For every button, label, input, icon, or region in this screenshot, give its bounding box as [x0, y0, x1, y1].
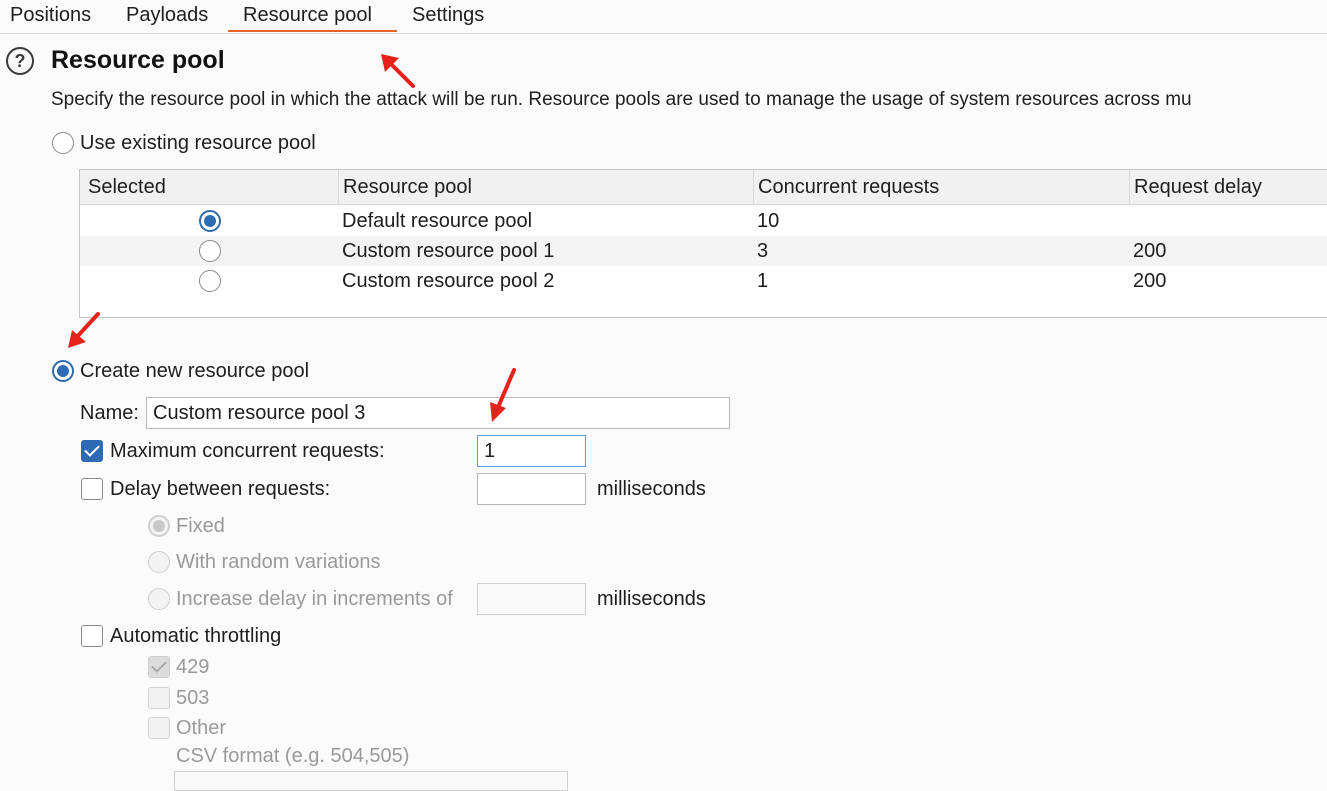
csv-codes-input[interactable]	[174, 771, 568, 791]
use-existing-label: Use existing resource pool	[80, 132, 316, 154]
increase-delay-radio[interactable]	[148, 588, 170, 610]
annotation-arrow-create-new	[68, 312, 100, 348]
random-delay-label: With random variations	[176, 551, 381, 573]
delay-checkbox[interactable]	[81, 478, 103, 500]
concurrent-cell: 10	[757, 210, 780, 232]
create-new-label: Create new resource pool	[80, 360, 310, 382]
delay-cell: 200	[1133, 270, 1167, 292]
active-tab-indicator	[228, 30, 397, 32]
name-label: Name:	[80, 402, 139, 424]
tab-positions[interactable]: Positions	[10, 4, 91, 27]
throttle-429-checkbox[interactable]	[148, 656, 170, 678]
max-concurrent-checkbox[interactable]	[81, 440, 103, 462]
fixed-delay-label: Fixed	[176, 515, 225, 537]
help-icon[interactable]: ?	[6, 47, 34, 75]
tab-payloads[interactable]: Payloads	[126, 4, 208, 27]
pool-name-cell: Default resource pool	[342, 210, 533, 232]
use-existing-radio[interactable]	[52, 132, 74, 154]
table-row[interactable]: Custom resource pool 1 3 200	[80, 236, 1327, 266]
pool-name-cell: Custom resource pool 1	[342, 240, 555, 262]
increase-delay-unit-label: milliseconds	[597, 588, 706, 610]
random-delay-radio[interactable]	[148, 551, 170, 573]
concurrent-cell: 1	[757, 270, 769, 292]
tab-settings[interactable]: Settings	[412, 4, 484, 27]
delay-unit-label: milliseconds	[597, 478, 706, 500]
delay-label: Delay between requests:	[110, 478, 331, 500]
throttle-other-label: Other	[176, 717, 227, 739]
max-concurrent-label: Maximum concurrent requests:	[110, 440, 385, 462]
tab-bar: Positions Payloads Resource pool Setting…	[0, 0, 1327, 34]
column-header-concurrent-requests[interactable]: Concurrent requests	[754, 170, 1130, 204]
auto-throttling-label: Automatic throttling	[110, 625, 282, 647]
delay-input[interactable]	[477, 473, 586, 505]
concurrent-cell: 3	[757, 240, 769, 262]
create-new-radio[interactable]	[52, 360, 74, 382]
annotation-arrow-tab	[381, 54, 415, 88]
row-selected-radio[interactable]	[199, 270, 221, 292]
annotation-arrow-max-concurrent	[490, 368, 516, 422]
column-header-resource-pool[interactable]: Resource pool	[339, 170, 754, 204]
table-row[interactable]: Default resource pool 10	[80, 206, 1327, 236]
resource-pool-table: Selected Resource pool Concurrent reques…	[79, 169, 1327, 318]
section-description: Specify the resource pool in which the a…	[51, 89, 1192, 110]
csv-format-label: CSV format (e.g. 504,505)	[176, 745, 410, 767]
max-concurrent-input[interactable]	[477, 435, 586, 467]
table-header: Selected Resource pool Concurrent reques…	[80, 170, 1327, 205]
increase-delay-label: Increase delay in increments of	[176, 588, 453, 610]
fixed-delay-radio[interactable]	[148, 515, 170, 537]
row-selected-radio[interactable]	[199, 210, 221, 232]
table-row[interactable]: Custom resource pool 2 1 200	[80, 266, 1327, 296]
increase-delay-input[interactable]	[477, 583, 586, 615]
column-header-request-delay[interactable]: Request delay	[1130, 170, 1327, 204]
pool-name-input[interactable]	[146, 397, 730, 429]
row-selected-radio[interactable]	[199, 240, 221, 262]
auto-throttling-checkbox[interactable]	[81, 625, 103, 647]
tab-resource-pool[interactable]: Resource pool	[243, 4, 372, 27]
throttle-503-checkbox[interactable]	[148, 687, 170, 709]
section-title: Resource pool	[51, 46, 225, 74]
column-header-selected[interactable]: Selected	[80, 170, 339, 204]
throttle-other-checkbox[interactable]	[148, 717, 170, 739]
throttle-429-label: 429	[176, 656, 210, 678]
delay-cell: 200	[1133, 240, 1167, 262]
throttle-503-label: 503	[176, 687, 210, 709]
pool-name-cell: Custom resource pool 2	[342, 270, 555, 292]
